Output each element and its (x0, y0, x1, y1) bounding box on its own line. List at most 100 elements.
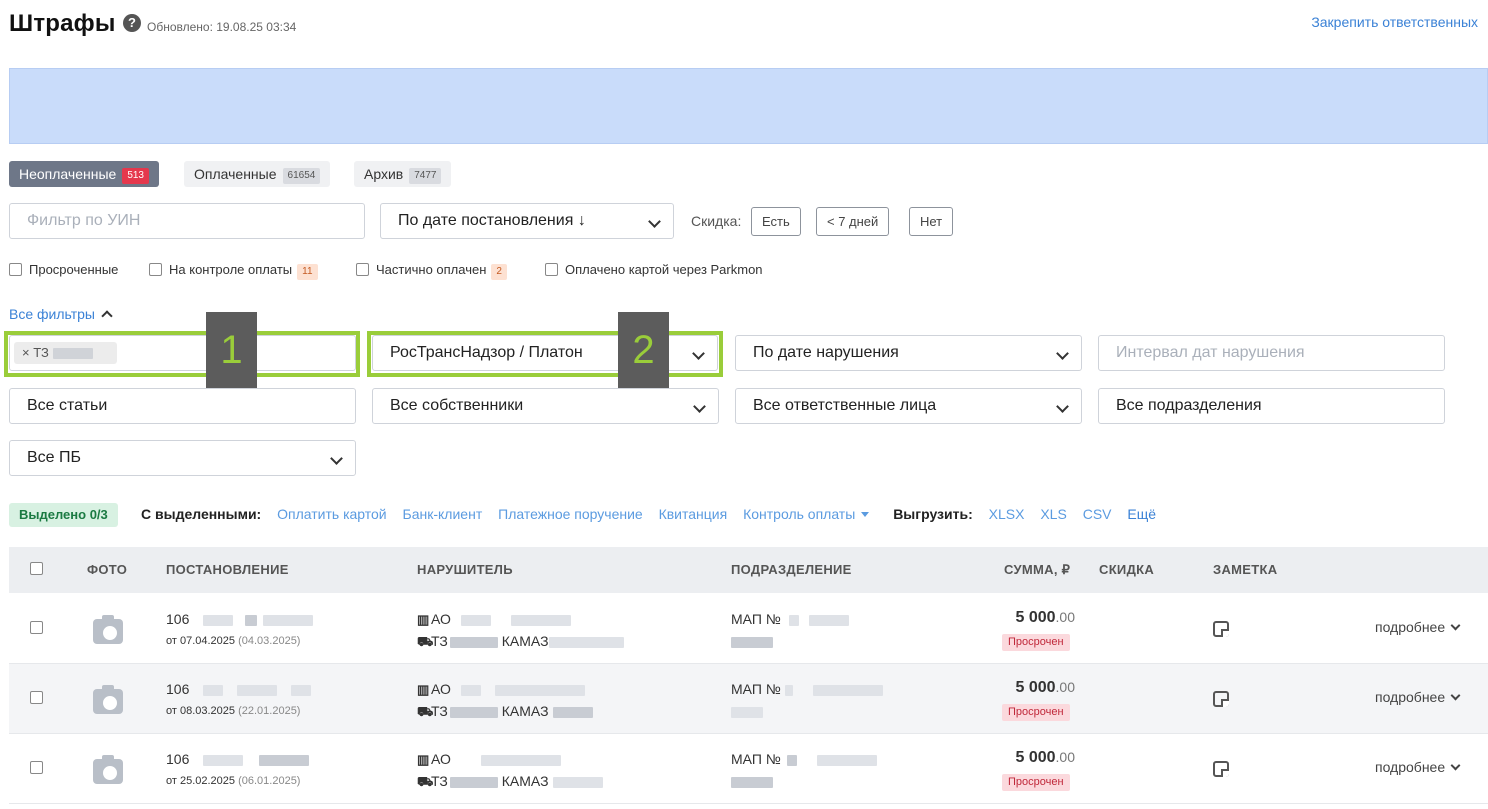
export-more-link[interactable]: Ещё (1127, 506, 1156, 522)
redacted-text (203, 614, 234, 626)
car-icon: ⛟ (417, 704, 434, 719)
details-label: подробнее (1375, 619, 1446, 635)
owners-select[interactable]: Все собственники (372, 388, 719, 424)
row-checkbox[interactable] (30, 761, 43, 774)
fine-amount: 5 000.00 (955, 609, 1075, 627)
decree-number[interactable]: 106 (166, 751, 310, 767)
row-checkbox[interactable] (30, 691, 43, 704)
note-icon[interactable] (1213, 761, 1229, 777)
checkbox-box[interactable] (149, 263, 162, 276)
parkmon-paid-checkbox[interactable]: Оплачено картой через Parkmon (545, 262, 763, 277)
column-discount[interactable]: СКИДКА (1099, 562, 1154, 577)
violation-date-select[interactable]: По дате нарушения (735, 335, 1082, 371)
chevron-up-icon (101, 310, 113, 322)
violation-interval-input[interactable]: Интервал дат нарушения (1098, 335, 1445, 371)
table-row[interactable] (9, 594, 1488, 664)
checkbox-label: Просроченные (29, 262, 119, 277)
column-decree[interactable]: ПОСТАНОВЛЕНИЕ (166, 562, 289, 577)
responsible-select-value: Все ответственные лица (753, 397, 937, 414)
table-row[interactable] (9, 664, 1488, 734)
camera-icon[interactable] (93, 755, 123, 784)
note-icon[interactable] (1213, 621, 1229, 637)
details-toggle[interactable]: подробнее (1375, 689, 1461, 705)
payment-control-label: Контроль оплаты (743, 506, 856, 522)
vehicle-prefix: ТЗ (431, 703, 448, 719)
discount-7days-button[interactable]: < 7 дней (816, 207, 890, 236)
table-row[interactable] (9, 734, 1488, 804)
export-xlsx-link[interactable]: XLSX (989, 506, 1025, 522)
chevron-down-icon (693, 400, 706, 413)
payment-control-checkbox[interactable]: На контроле оплаты 11 (149, 262, 318, 280)
redacted-text (731, 637, 773, 648)
column-amount[interactable]: СУММА, ₽ (1004, 562, 1070, 578)
amount-value: 5 000 (1015, 679, 1056, 696)
bank-client-link[interactable]: Банк-клиент (403, 506, 483, 522)
details-toggle[interactable]: подробнее (1375, 759, 1461, 775)
details-toggle[interactable]: подробнее (1375, 619, 1461, 635)
checkbox-box[interactable] (545, 263, 558, 276)
column-violator[interactable]: НАРУШИТЕЛЬ (417, 562, 513, 577)
highlight-box-2 (367, 331, 723, 377)
redacted-text (480, 754, 561, 766)
overdue-checkbox[interactable]: Просроченные (9, 262, 118, 277)
discount-no-button[interactable]: Нет (909, 207, 954, 236)
chevron-down-icon (1056, 347, 1069, 360)
redacted-text (808, 614, 849, 626)
tab-paid[interactable]: Оплаченные 61654 (184, 161, 331, 187)
decree-date: от 08.03.2025 (22.01.2025) (166, 705, 300, 717)
note-icon[interactable] (1213, 691, 1229, 707)
pay-card-link[interactable]: Оплатить картой (277, 506, 387, 522)
responsible-select[interactable]: Все ответственные лица (735, 388, 1082, 424)
details-label: подробнее (1375, 759, 1446, 775)
tab-unpaid[interactable]: Неоплаченные 513 (9, 161, 159, 187)
redacted-text (460, 614, 491, 626)
uin-filter-input[interactable]: Фильтр по УИН (9, 203, 365, 239)
redacted-text (203, 684, 224, 696)
sort-select[interactable]: По дате постановления ↓ (380, 203, 674, 239)
payment-control-dropdown[interactable]: Контроль оплаты (743, 506, 870, 522)
count-badge: 2 (491, 264, 507, 280)
redacted-text (784, 684, 793, 696)
tab-label: Неоплаченные (19, 166, 117, 182)
redacted-text (203, 754, 244, 766)
chevron-down-icon (648, 215, 661, 228)
decree-number[interactable]: 106 (166, 611, 314, 627)
partially-paid-checkbox[interactable]: Частично оплачен 2 (356, 262, 507, 280)
articles-input[interactable]: Все статьи (9, 388, 356, 424)
redacted-text (552, 706, 593, 718)
pin-responsible-link[interactable]: Закрепить ответственных (1311, 14, 1478, 30)
building-icon: ▥ (417, 752, 430, 767)
decree-date-main: от 07.04.2025 (166, 635, 236, 647)
chevron-down-icon (1450, 690, 1461, 701)
export-csv-link[interactable]: CSV (1083, 506, 1112, 522)
violator-org: ▥ АО (417, 751, 561, 768)
column-division[interactable]: ПОДРАЗДЕЛЕНИЕ (731, 562, 852, 577)
export-xls-link[interactable]: XLS (1040, 506, 1066, 522)
pb-select[interactable]: Все ПБ (9, 440, 356, 476)
with-selected-label: С выделенными: (141, 506, 262, 522)
checkbox-box[interactable] (356, 263, 369, 276)
checkbox-label: На контроле оплаты (169, 262, 293, 277)
divisions-input[interactable]: Все подразделения (1098, 388, 1445, 424)
receipt-link[interactable]: Квитанция (659, 506, 728, 522)
column-note: ЗАМЕТКА (1213, 562, 1278, 577)
all-filters-toggle[interactable]: Все фильтры (9, 306, 113, 322)
discount-yes-button[interactable]: Есть (751, 207, 801, 236)
tab-archive[interactable]: Архив 7477 (354, 161, 452, 187)
camera-icon[interactable] (93, 685, 123, 714)
vehicle-model: КАМАЗ (501, 773, 549, 789)
org-prefix: АО (431, 611, 451, 627)
tab-label: Архив (364, 166, 404, 182)
select-all-checkbox[interactable] (30, 562, 43, 575)
redacted-text (263, 614, 314, 626)
camera-icon[interactable] (93, 615, 123, 644)
redacted-text (786, 754, 797, 766)
decree-prefix: 106 (166, 751, 190, 767)
redacted-text (237, 684, 278, 696)
checkbox-box[interactable] (9, 263, 22, 276)
help-icon[interactable]: ? (123, 14, 141, 32)
decree-number[interactable]: 106 (166, 681, 312, 697)
redacted-text (291, 684, 312, 696)
payment-order-link[interactable]: Платежное поручение (498, 506, 643, 522)
row-checkbox[interactable] (30, 621, 43, 634)
